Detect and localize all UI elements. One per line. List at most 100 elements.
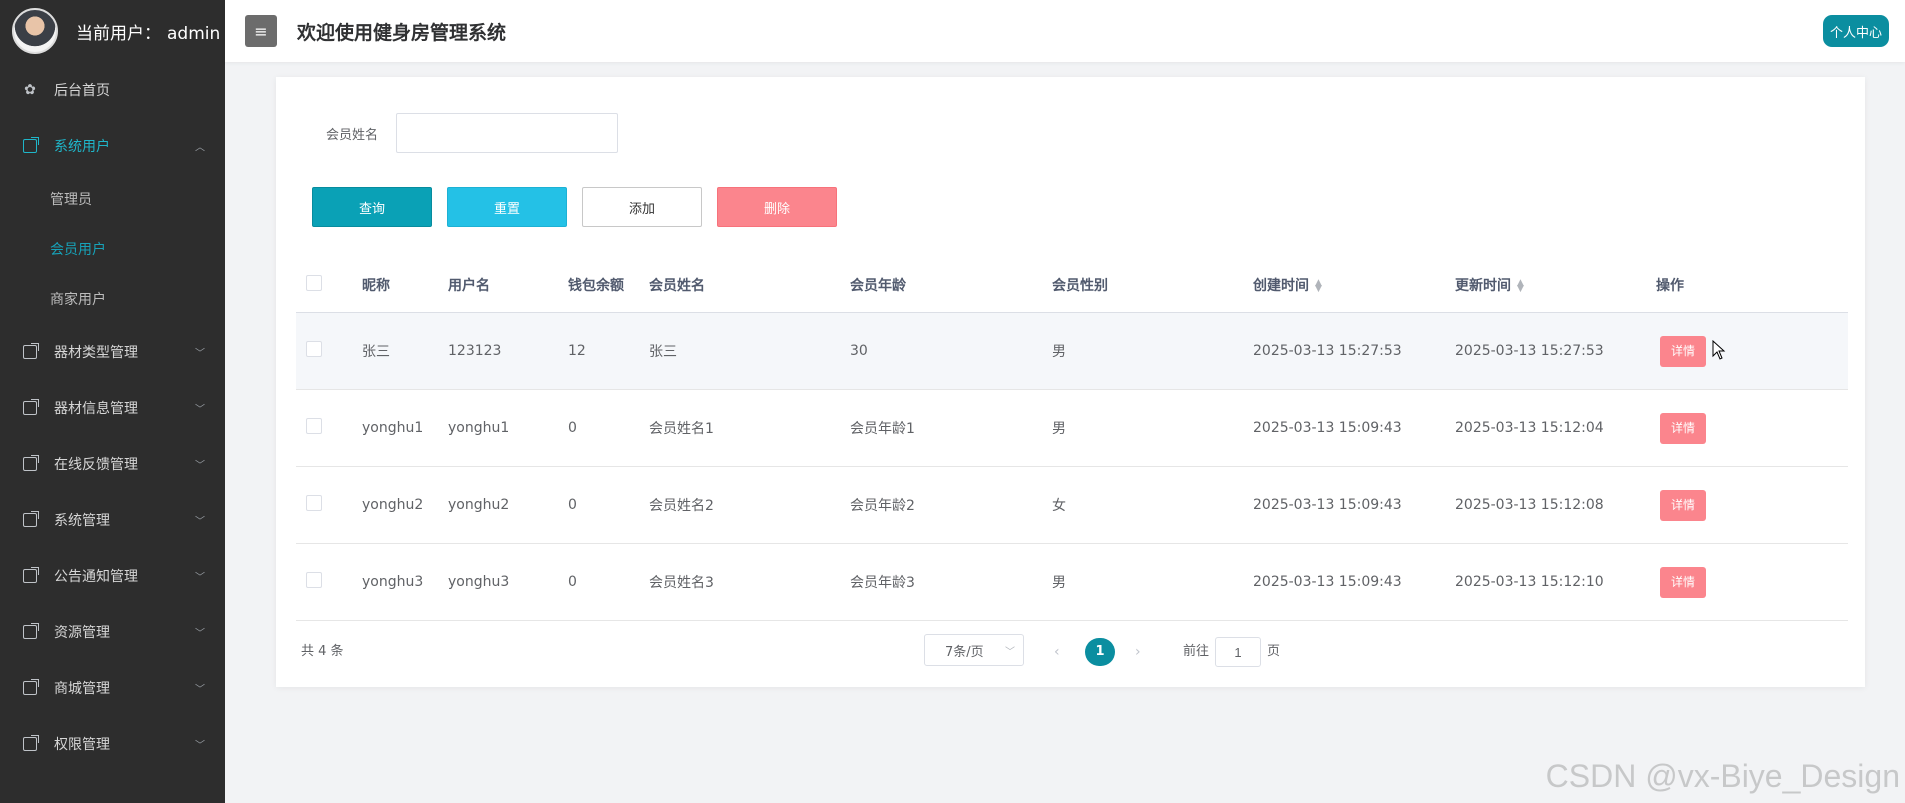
table-cell: 0 bbox=[568, 420, 577, 436]
table-cell: yonghu2 bbox=[362, 497, 424, 513]
home-icon: ✿ bbox=[24, 82, 36, 98]
goto-label: 前往 bbox=[1183, 644, 1210, 659]
column-header-updated[interactable]: 更新时间 ▲ ▼ bbox=[1443, 275, 1644, 295]
prev-page-button[interactable]: ‹ bbox=[1054, 637, 1060, 667]
row-select-cell bbox=[296, 572, 350, 592]
table-cell: yonghu1 bbox=[448, 420, 510, 436]
sidebar-item-home[interactable]: ✿ 后台首页 bbox=[0, 62, 225, 118]
sidebar-item-label: 后台首页 bbox=[54, 83, 110, 99]
hamburger-icon: ≡ bbox=[254, 21, 268, 41]
chevron-down-icon: ﹀ bbox=[195, 404, 205, 416]
main-card: 会员姓名 查询 重置 添加 删除 昵称 用户名 钱包余额 会员姓名 会员年龄 会… bbox=[276, 77, 1865, 687]
delete-button[interactable]: 删除 bbox=[717, 187, 837, 227]
chevron-down-icon: ﹀ bbox=[195, 348, 205, 360]
table-cell: 30 bbox=[850, 343, 868, 359]
sidebar-item-system[interactable]: 系统管理 ﹀ bbox=[0, 492, 225, 548]
table-cell: 会员姓名2 bbox=[649, 498, 714, 514]
table-cell: yonghu3 bbox=[448, 574, 510, 590]
sidebar-subitem-member-users[interactable]: 会员用户 bbox=[0, 224, 225, 274]
row-checkbox[interactable] bbox=[306, 341, 322, 357]
page-size-select[interactable]: 7条/页 ﹀ bbox=[924, 634, 1024, 666]
sidebar-item-label: 系统用户 bbox=[54, 139, 110, 155]
header: ≡ 欢迎使用健身房管理系统 个人中心 bbox=[225, 0, 1905, 62]
edit-icon bbox=[22, 568, 38, 584]
detail-button[interactable]: 详情 bbox=[1660, 335, 1706, 367]
sidebar-item-system-users[interactable]: 系统用户 ︿ bbox=[0, 118, 225, 174]
table-cell: 2025-03-13 15:09:43 bbox=[1253, 497, 1402, 513]
row-checkbox[interactable] bbox=[306, 495, 322, 511]
select-all-checkbox[interactable] bbox=[306, 274, 322, 291]
row-select-cell bbox=[296, 495, 350, 515]
sidebar-item-notice[interactable]: 公告通知管理 ﹀ bbox=[0, 548, 225, 604]
sort-icon[interactable]: ▲ ▼ bbox=[1517, 278, 1524, 293]
chevron-down-icon: ﹀ bbox=[195, 572, 205, 584]
current-user-name: admin bbox=[167, 23, 221, 44]
column-header-label: 创建时间 bbox=[1253, 277, 1309, 294]
sort-icon[interactable]: ▲ ▼ bbox=[1315, 278, 1322, 293]
table-cell: yonghu3 bbox=[362, 574, 424, 590]
add-button[interactable]: 添加 bbox=[582, 187, 702, 227]
table-cell: 女 bbox=[1052, 498, 1066, 514]
table-cell: 0 bbox=[568, 497, 577, 513]
table-cell: 2025-03-13 15:27:53 bbox=[1455, 343, 1604, 359]
table-cell: 男 bbox=[1052, 421, 1066, 437]
detail-button[interactable]: 详情 bbox=[1660, 489, 1706, 521]
table-cell: 会员姓名3 bbox=[649, 575, 714, 591]
chevron-down-icon: ﹀ bbox=[195, 628, 205, 640]
row-checkbox[interactable] bbox=[306, 572, 322, 588]
edit-icon bbox=[22, 512, 38, 528]
current-user-label: 当前用户： bbox=[76, 23, 161, 44]
detail-button[interactable]: 详情 bbox=[1660, 412, 1706, 444]
goto-page-input[interactable] bbox=[1215, 637, 1262, 667]
sidebar-item-equipment-type[interactable]: 器材类型管理 ﹀ bbox=[0, 324, 225, 380]
edit-icon bbox=[22, 344, 38, 360]
column-header: 会员年龄 bbox=[850, 277, 906, 294]
table-row: yonghu1 yonghu1 0 会员姓名1 会员年龄1 男 2025-03-… bbox=[296, 390, 1848, 467]
reset-button[interactable]: 重置 bbox=[447, 187, 567, 227]
table-cell: 会员年龄2 bbox=[850, 498, 915, 514]
query-button[interactable]: 查询 bbox=[312, 187, 432, 227]
sidebar-item-permission[interactable]: 权限管理 ﹀ bbox=[0, 716, 225, 772]
sidebar-item-label: 在线反馈管理 bbox=[54, 457, 138, 473]
table-cell: 男 bbox=[1052, 344, 1066, 360]
edit-icon bbox=[22, 736, 38, 752]
sidebar-subitem-admin[interactable]: 管理员 bbox=[0, 174, 225, 224]
table-cell: 张三 bbox=[649, 344, 677, 360]
sidebar-subitem-merchant-users[interactable]: 商家用户 bbox=[0, 274, 225, 324]
chevron-up-icon: ︿ bbox=[195, 142, 205, 154]
sidebar-item-feedback[interactable]: 在线反馈管理 ﹀ bbox=[0, 436, 225, 492]
avatar[interactable] bbox=[12, 8, 58, 54]
row-checkbox[interactable] bbox=[306, 418, 322, 434]
sidebar-item-equipment-info[interactable]: 器材信息管理 ﹀ bbox=[0, 380, 225, 436]
table-cell-actions: 详情 bbox=[1644, 566, 1844, 598]
table-cell-actions: 详情 bbox=[1644, 489, 1844, 521]
total-count: 共 4 条 bbox=[301, 644, 344, 659]
chevron-down-icon: ﹀ bbox=[195, 684, 205, 696]
edit-icon bbox=[22, 624, 38, 640]
detail-button[interactable]: 详情 bbox=[1660, 566, 1706, 598]
column-header: 昵称 bbox=[362, 277, 390, 294]
table-cell: 2025-03-13 15:12:08 bbox=[1455, 497, 1604, 513]
sidebar-item-label: 公告通知管理 bbox=[54, 569, 138, 585]
column-header: 会员姓名 bbox=[649, 277, 705, 294]
column-header-created[interactable]: 创建时间 ▲ ▼ bbox=[1241, 275, 1443, 295]
sidebar-item-shop[interactable]: 商城管理 ﹀ bbox=[0, 660, 225, 716]
goto-suffix: 页 bbox=[1267, 644, 1281, 659]
sidebar-item-resource[interactable]: 资源管理 ﹀ bbox=[0, 604, 225, 660]
next-page-button[interactable]: › bbox=[1135, 637, 1141, 667]
edit-icon bbox=[22, 456, 38, 472]
sidebar-item-label: 资源管理 bbox=[54, 625, 110, 641]
watermark: CSDN @vx-Biye_Design bbox=[1545, 758, 1900, 794]
member-name-input[interactable] bbox=[396, 113, 618, 153]
table-cell: 会员姓名1 bbox=[649, 421, 714, 437]
profile-button[interactable]: 个人中心 bbox=[1822, 15, 1889, 47]
table-row: yonghu3 yonghu3 0 会员姓名3 会员年龄3 男 2025-03-… bbox=[296, 544, 1848, 621]
chevron-down-icon: ﹀ bbox=[195, 516, 205, 528]
column-header: 会员性别 bbox=[1052, 277, 1108, 294]
menu-toggle-button[interactable]: ≡ bbox=[245, 15, 277, 47]
page-number-current[interactable]: 1 bbox=[1085, 638, 1115, 666]
table-cell-actions: 详情 bbox=[1644, 335, 1844, 367]
row-select-cell bbox=[296, 418, 350, 438]
mouse-cursor-icon bbox=[1712, 340, 1726, 360]
chevron-down-icon: ﹀ bbox=[195, 740, 205, 752]
